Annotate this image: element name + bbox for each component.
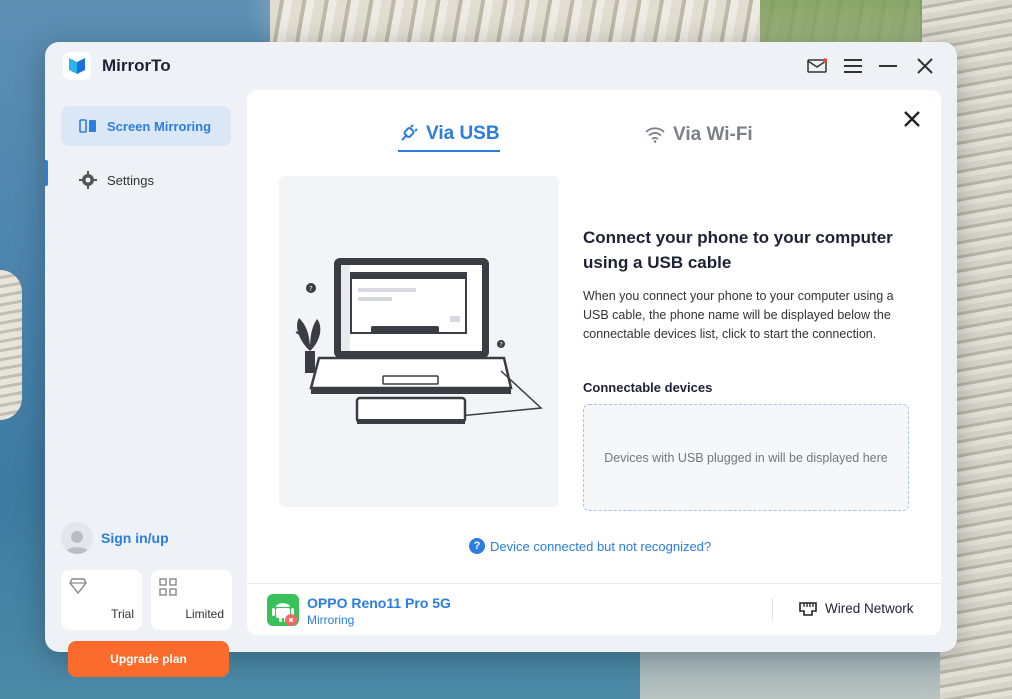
bottom-status-bar: OPPO Reno11 Pro 5G Mirroring Wired Netwo… (247, 583, 941, 635)
close-icon (917, 58, 933, 74)
user-icon (65, 531, 89, 554)
active-indicator (45, 160, 48, 186)
minimize-button[interactable] (876, 54, 900, 78)
tab-via-usb[interactable]: Via USB (398, 118, 500, 152)
app-window: MirrorTo Screen Mirroring Settings Sign … (45, 42, 957, 677)
divider (772, 598, 773, 620)
android-icon (272, 603, 297, 626)
connect-description: When you connect your phone to your comp… (583, 289, 894, 341)
sidebar-item-label: Screen Mirroring (107, 118, 212, 134)
mail-icon (807, 58, 827, 73)
svg-text:?: ? (500, 342, 503, 349)
plan-card-trial[interactable]: Trial (61, 570, 142, 630)
menu-button[interactable] (841, 54, 865, 78)
mail-button[interactable] (805, 54, 829, 78)
plan-card-limited[interactable]: Limited (151, 570, 232, 630)
tab-label: Via Wi-Fi (673, 124, 753, 145)
mirrorto-logo-icon (63, 52, 91, 80)
signin-label: Sign in/up (101, 530, 169, 546)
tab-label: Via USB (426, 123, 500, 144)
help-icon: ? (469, 538, 485, 554)
sidebar-item-settings[interactable]: Settings (61, 160, 231, 200)
grid-icon (159, 578, 177, 596)
laptop-phone-illustration: ? ? (295, 258, 543, 424)
connectable-devices-label: Connectable devices (583, 380, 713, 395)
upgrade-plan-button[interactable]: Upgrade plan (68, 641, 229, 677)
wifi-icon (645, 127, 665, 143)
gear-icon (79, 171, 97, 189)
sidebar-item-label: Settings (107, 172, 154, 188)
network-label: Wired Network (825, 601, 914, 616)
close-panel-button[interactable] (901, 108, 923, 130)
app-title: MirrorTo (102, 56, 171, 75)
sidebar-item-screen-mirroring[interactable]: Screen Mirroring (61, 106, 231, 146)
wired-network-button[interactable]: Wired Network (799, 601, 914, 616)
hamburger-menu-icon (844, 59, 862, 73)
android-device-icon[interactable] (267, 594, 299, 626)
tab-via-wifi[interactable]: Via Wi-Fi (645, 118, 753, 152)
plan-card-label: Trial (111, 607, 134, 621)
help-link-label: Device connected but not recognized? (490, 538, 712, 554)
sidebar: Screen Mirroring Settings Sign in/up Tri… (45, 90, 245, 677)
main-panel: Via USB Via Wi-Fi ? ? Connect your phone… (247, 90, 941, 635)
close-icon (904, 111, 920, 127)
connect-title: Connect your phone to your computer usin… (583, 228, 893, 272)
svg-text:?: ? (309, 285, 313, 293)
screen-mirroring-icon (79, 119, 96, 133)
background-cliff-left (0, 270, 22, 420)
titlebar: MirrorTo (45, 42, 957, 90)
ethernet-icon (799, 601, 817, 616)
avatar (61, 522, 93, 554)
diamond-icon (69, 578, 87, 594)
device-status: Mirroring (307, 613, 355, 627)
usb-plug-icon (401, 124, 418, 141)
devices-placeholder: Devices with USB plugged in will be disp… (604, 450, 888, 465)
usb-illustration: ? ? (279, 176, 559, 507)
minimize-icon (879, 65, 897, 67)
device-name: OPPO Reno11 Pro 5G (307, 595, 451, 611)
connectable-devices-list: Devices with USB plugged in will be disp… (583, 404, 909, 511)
close-window-button[interactable] (913, 54, 937, 78)
plan-card-label: Limited (185, 607, 224, 621)
background-beach (640, 650, 940, 699)
device-not-recognized-link[interactable]: ? Device connected but not recognized? (469, 538, 711, 554)
signin-button[interactable]: Sign in/up (61, 522, 169, 554)
